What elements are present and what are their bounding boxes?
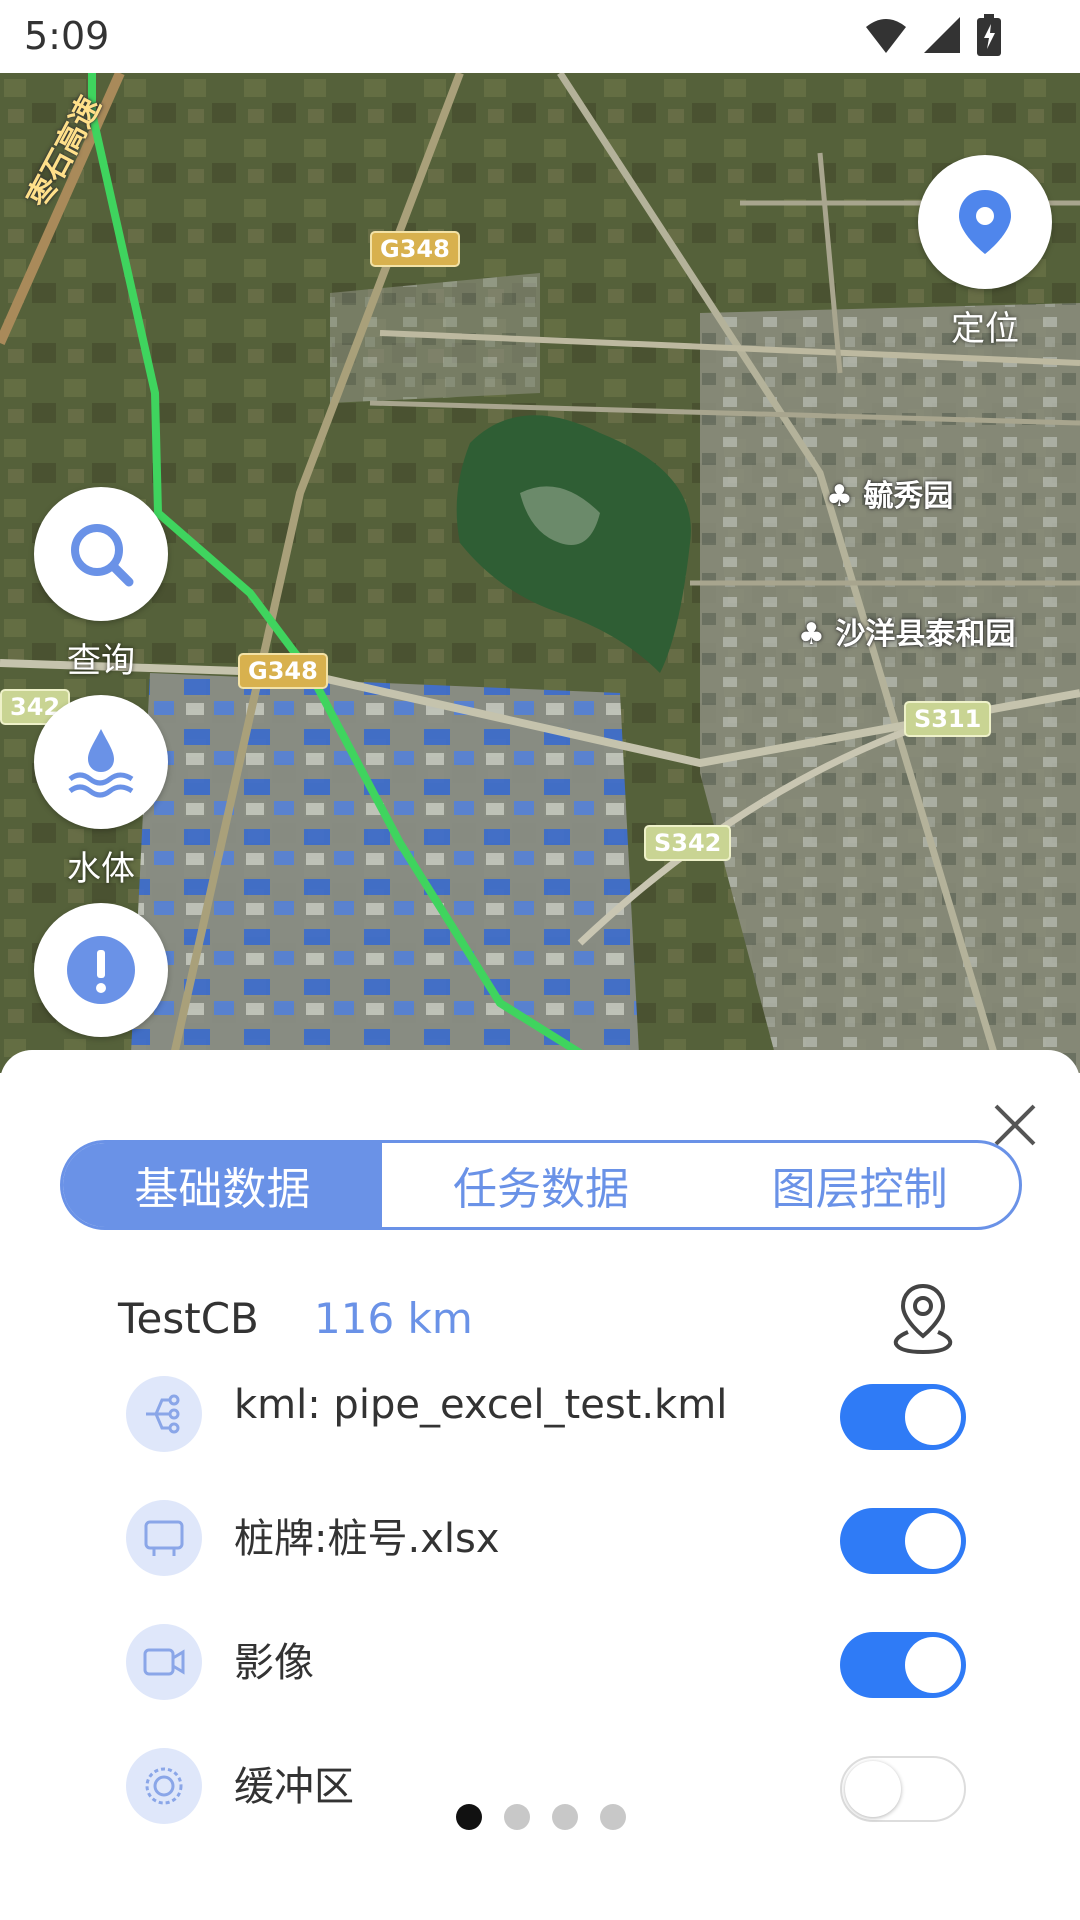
layer-item-imagery: 影像: [126, 1624, 966, 1704]
page-dot-3[interactable]: [552, 1804, 578, 1830]
location-pin-icon: [959, 190, 1011, 254]
layer-toggle-imagery[interactable]: [840, 1632, 966, 1698]
search-button[interactable]: [34, 487, 168, 621]
pipeline-icon: [126, 1376, 202, 1452]
exclamation-icon: [67, 936, 135, 1004]
signboard-icon: [126, 1500, 202, 1576]
tab-layer-control[interactable]: 图层控制: [700, 1143, 1019, 1227]
wifi-icon: [866, 19, 906, 53]
panel-tab-bar: 基础数据 任务数据 图层控制: [60, 1140, 1022, 1230]
search-icon: [71, 524, 134, 587]
layer-toggle-kml[interactable]: [840, 1384, 966, 1450]
data-panel-sheet: 基础数据 任务数据 图层控制 TestCB 116 km kml: pipe_e…: [0, 1050, 1080, 1920]
satellite-map[interactable]: 枣石高速 G348 G348 342 S311 S342 ♣ 毓秀园 ♣ 沙洋县…: [0, 73, 1080, 1073]
road-shield-s311: S311: [904, 701, 992, 737]
layer-label-buffer-zone: 缓冲区: [234, 1764, 354, 1810]
layer-toggle-buffer-zone[interactable]: [840, 1756, 966, 1822]
search-label: 查询: [67, 641, 135, 681]
page-indicator: [456, 1804, 626, 1830]
road-shield-g348-mid: G348: [238, 653, 328, 689]
water-drop-icon: [68, 729, 134, 798]
battery-icon: [977, 14, 1001, 56]
layer-item-kml: kml: pipe_excel_test.kml: [126, 1376, 966, 1456]
route-summary: TestCB 116 km: [118, 1280, 958, 1360]
layer-label-kml: kml: pipe_excel_test.kml: [234, 1382, 728, 1428]
page-dot-1[interactable]: [456, 1804, 482, 1830]
page-dot-2[interactable]: [504, 1804, 530, 1830]
layer-item-stake-signs: 桩牌:桩号.xlsx: [126, 1500, 966, 1580]
locate-label: 定位: [951, 309, 1019, 349]
route-distance: 116 km: [314, 1294, 473, 1343]
locate-button[interactable]: [918, 155, 1052, 289]
buffer-zone-icon: [126, 1748, 202, 1824]
water-body-button[interactable]: [34, 695, 168, 829]
layer-label-stake-signs: 桩牌:桩号.xlsx: [234, 1516, 500, 1562]
tab-task-data[interactable]: 任务数据: [382, 1143, 701, 1227]
video-camera-icon: [126, 1624, 202, 1700]
map-pin-icon[interactable]: [888, 1280, 958, 1356]
page-dot-4[interactable]: [600, 1804, 626, 1830]
road-shield-s342: S342: [644, 825, 732, 861]
cellular-signal-icon: [924, 17, 960, 53]
status-time: 5:09: [24, 14, 110, 58]
alert-button[interactable]: [34, 903, 168, 1037]
tree-icon: ♣: [798, 617, 825, 652]
layer-toggle-stake-signs[interactable]: [840, 1508, 966, 1574]
tab-basic-data[interactable]: 基础数据: [63, 1143, 382, 1227]
poi-park-2-label: 沙洋县泰和园: [835, 617, 1016, 652]
route-name: TestCB: [118, 1294, 259, 1343]
layer-label-imagery: 影像: [234, 1640, 314, 1686]
poi-park-1-label: 毓秀园: [863, 479, 954, 514]
road-shield-g348-top: G348: [370, 231, 460, 267]
status-bar: 5:09: [0, 0, 1080, 73]
water-body-label: 水体: [67, 849, 135, 889]
poi-park-1[interactable]: ♣ 毓秀园: [826, 471, 953, 515]
tree-icon: ♣: [826, 479, 853, 514]
status-icons: [864, 14, 1002, 56]
poi-park-2[interactable]: ♣ 沙洋县泰和园: [798, 609, 1015, 653]
